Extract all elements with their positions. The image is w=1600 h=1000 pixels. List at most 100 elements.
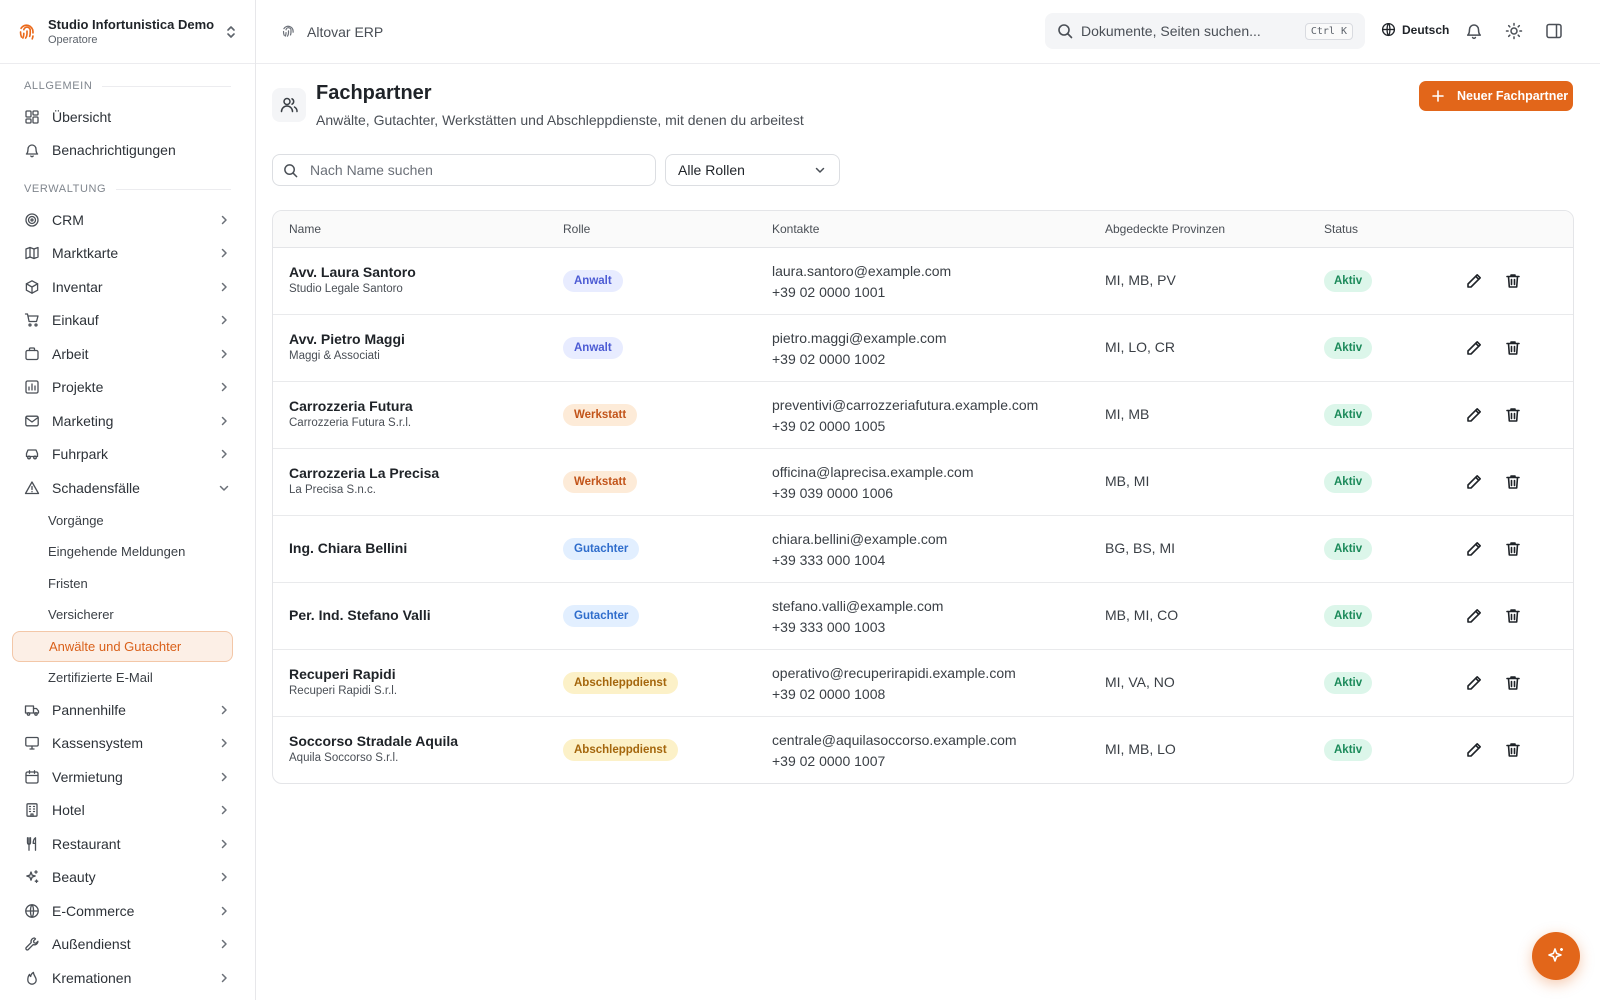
sidebar-item-kassensystem[interactable]: Kassensystem	[0, 727, 255, 761]
sidebar-subitem-vorgange[interactable]: Vorgänge	[0, 505, 255, 537]
contact-phone: +39 039 0000 1006	[772, 485, 894, 501]
edit-icon[interactable]	[1465, 540, 1483, 558]
sidebar-item-beauty[interactable]: Beauty	[0, 861, 255, 895]
column-header-contacts[interactable]: Kontakte	[772, 222, 819, 236]
role-filter-select[interactable]: Alle Rollen	[665, 154, 840, 186]
calendar-icon	[25, 769, 39, 784]
column-header-name[interactable]: Name	[289, 222, 321, 236]
org-switcher[interactable]: Studio Infortunistica Demo Operatore	[0, 0, 255, 64]
sidebar-item-crm[interactable]: CRM	[0, 203, 255, 237]
truck-icon	[24, 705, 40, 716]
sidebar-section-title: Verwaltung	[24, 183, 107, 195]
table-row[interactable]: Avv. Laura Santoro Studio Legale Santoro …	[273, 248, 1573, 315]
provinces-cell: BG, BS, MI	[1105, 540, 1176, 556]
bell-icon[interactable]	[1465, 22, 1483, 40]
trash-icon[interactable]	[1504, 741, 1522, 759]
table-row[interactable]: Per. Ind. Stefano Valli Gutachter stefan…	[273, 583, 1573, 650]
sidebar-item-schadensfalle[interactable]: Schadensfälle	[0, 471, 255, 505]
sidebar-item-arbeit[interactable]: Arbeit	[0, 337, 255, 371]
edit-icon[interactable]	[1465, 607, 1483, 625]
sidebar-subitem-label: Anwälte und Gutachter	[49, 638, 182, 654]
language-switcher[interactable]: Deutsch	[1381, 22, 1449, 37]
new-partner-button[interactable]: Neuer Fachpartner	[1419, 81, 1573, 111]
chevron-right-icon	[221, 349, 227, 358]
sidebar-item-benachrichtigungen[interactable]: Benachrichtigungen	[0, 134, 255, 168]
sidebar-subitem-versicherer[interactable]: Versicherer	[0, 599, 255, 631]
edit-icon[interactable]	[1465, 674, 1483, 692]
sidebar-subitem-anwalte-und-gutachter[interactable]: Anwälte und Gutachter	[12, 630, 233, 662]
sidebar-item-inventar[interactable]: Inventar	[0, 270, 255, 304]
sidebar-item-label: CRM	[52, 211, 84, 228]
table-row[interactable]: Carrozzeria La Precisa La Precisa S.n.c. …	[273, 449, 1573, 516]
sidebar-subitem-fristen[interactable]: Fristen	[0, 568, 255, 600]
map-icon	[25, 247, 39, 260]
new-partner-label: Neuer Fachpartner	[1457, 89, 1569, 103]
chevron-right-icon	[221, 839, 227, 848]
sidebar: Studio Infortunistica Demo Operatore All…	[0, 0, 256, 1000]
name-search-input[interactable]: Nach Name suchen	[272, 154, 656, 186]
contact-cell: pietro.maggi@example.com +39 02 0000 1002	[772, 328, 947, 370]
panel-toggle-icon[interactable]	[1545, 22, 1563, 40]
partners-table: Name Rolle Kontakte Abgedeckte Provinzen…	[272, 210, 1574, 784]
edit-icon[interactable]	[1465, 741, 1483, 759]
sidebar-item-marktkarte[interactable]: Marktkarte	[0, 237, 255, 271]
partner-name: Carrozzeria Futura	[289, 398, 413, 414]
column-header-provinces[interactable]: Abgedeckte Provinzen	[1105, 222, 1225, 236]
sidebar-item-fuhrpark[interactable]: Fuhrpark	[0, 438, 255, 472]
trash-icon[interactable]	[1504, 540, 1522, 558]
chevron-right-icon	[221, 215, 227, 224]
role-badge: Anwalt	[563, 337, 623, 359]
trash-icon[interactable]	[1504, 607, 1522, 625]
ai-assistant-button[interactable]	[1532, 932, 1580, 980]
sidebar-subitem-label: Vorgänge	[48, 512, 104, 528]
sidebar-item-e-commerce[interactable]: E-Commerce	[0, 894, 255, 928]
contact-email: stefano.valli@example.com	[772, 598, 944, 614]
flame-icon	[27, 971, 37, 985]
trash-icon[interactable]	[1504, 473, 1522, 491]
column-header-status[interactable]: Status	[1324, 222, 1358, 236]
sidebar-item-label: Inventar	[52, 278, 103, 295]
edit-icon[interactable]	[1465, 406, 1483, 424]
status-badge: Aktiv	[1324, 270, 1373, 292]
table-row[interactable]: Carrozzeria Futura Carrozzeria Futura S.r…	[273, 382, 1573, 449]
language-label: Deutsch	[1402, 22, 1450, 37]
table-row[interactable]: Ing. Chiara Bellini Gutachter chiara.bel…	[273, 516, 1573, 583]
sidebar-subitem-zertifizierte-e-mail[interactable]: Zertifizierte E-Mail	[0, 662, 255, 694]
partner-organization: La Precisa S.n.c.	[289, 484, 376, 496]
sidebar-item-aussendienst[interactable]: Außendienst	[0, 928, 255, 962]
trash-icon[interactable]	[1504, 339, 1522, 357]
sidebar-item-kremationen[interactable]: Kremationen	[0, 961, 255, 995]
edit-icon[interactable]	[1465, 272, 1483, 290]
sun-icon[interactable]	[1505, 22, 1523, 40]
sidebar-item-marketing[interactable]: Marketing	[0, 404, 255, 438]
contact-email: pietro.maggi@example.com	[772, 330, 947, 346]
sidebar-item-vermietung[interactable]: Vermietung	[0, 760, 255, 794]
sidebar-item-einkauf[interactable]: Einkauf	[0, 304, 255, 338]
table-row[interactable]: Avv. Pietro Maggi Maggi & Associati Anwal…	[273, 315, 1573, 382]
chevron-right-icon	[221, 316, 227, 325]
sidebar-item-projekte[interactable]: Projekte	[0, 371, 255, 405]
edit-icon[interactable]	[1465, 473, 1483, 491]
trash-icon[interactable]	[1504, 406, 1522, 424]
table-row[interactable]: Recuperi Rapidi Recuperi Rapidi S.r.l. Ab…	[273, 650, 1573, 717]
column-header-role[interactable]: Rolle	[563, 222, 590, 236]
sidebar-subitem-label: Eingehende Meldungen	[48, 544, 186, 560]
partner-name: Avv. Laura Santoro	[289, 264, 416, 280]
sidebar-subitem-eingehende-meldungen[interactable]: Eingehende Meldungen	[0, 536, 255, 568]
topbar: Altovar ERP Dokumente, Seiten suchen... …	[256, 0, 1600, 64]
contact-cell: stefano.valli@example.com +39 333 000 100…	[772, 596, 943, 638]
sidebar-item-hotel[interactable]: Hotel	[0, 794, 255, 828]
trash-icon[interactable]	[1504, 272, 1522, 290]
trash-icon[interactable]	[1504, 674, 1522, 692]
global-search[interactable]: Dokumente, Seiten suchen... Ctrl K	[1045, 13, 1365, 49]
org-role: Operatore	[48, 33, 98, 46]
sidebar-item-pannenhilfe[interactable]: Pannenhilfe	[0, 693, 255, 727]
sidebar-item-label: Fuhrpark	[52, 446, 109, 463]
sidebar-item-label: Marktkarte	[52, 245, 119, 262]
table-row[interactable]: Soccorso Stradale Aquila Aquila Soccorso …	[273, 717, 1573, 783]
sidebar-item-restaurant[interactable]: Restaurant	[0, 827, 255, 861]
status-badge: Aktiv	[1324, 672, 1373, 694]
edit-icon[interactable]	[1465, 339, 1483, 357]
status-badge: Aktiv	[1324, 404, 1373, 426]
sidebar-item-ubersicht[interactable]: Übersicht	[0, 100, 255, 134]
